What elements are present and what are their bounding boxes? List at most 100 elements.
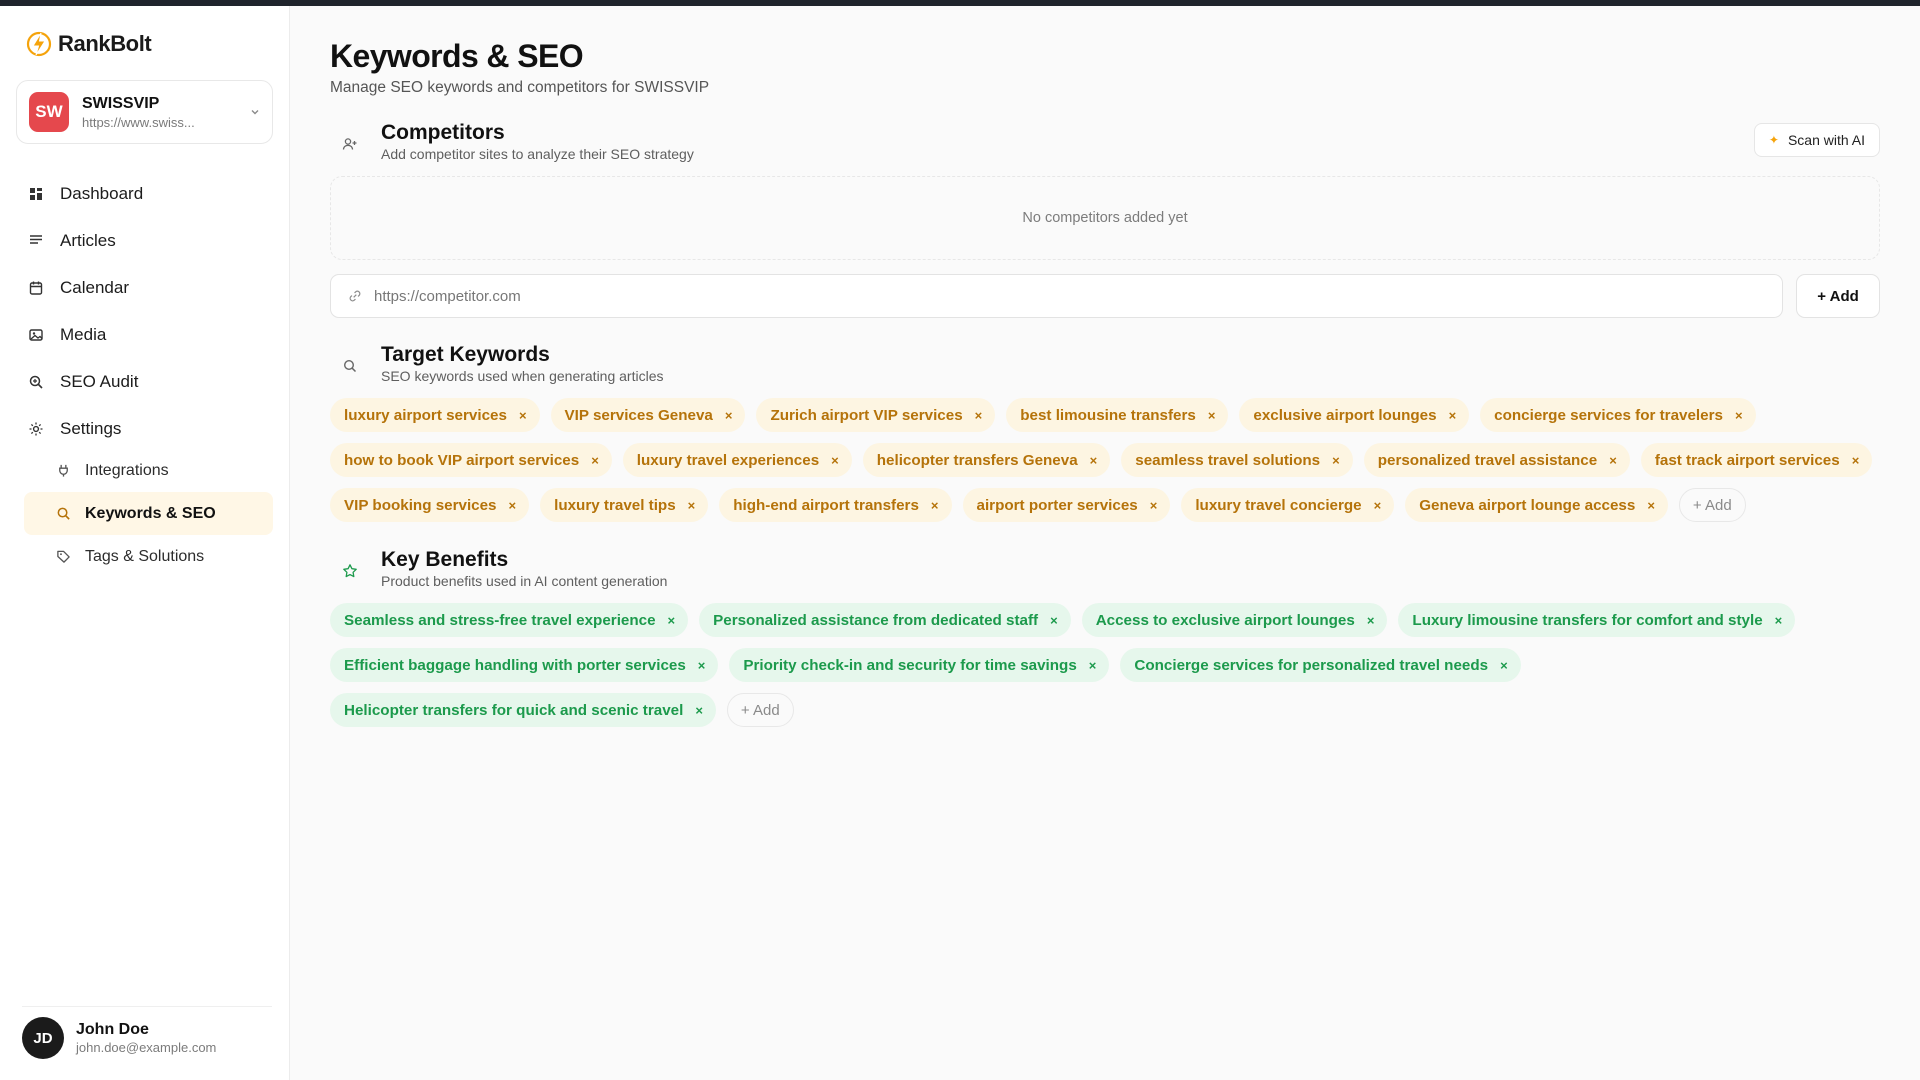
nav-label: SEO Audit bbox=[60, 371, 139, 391]
tag-label: helicopter transfers Geneva bbox=[876, 451, 1078, 469]
remove-tag-icon[interactable]: × bbox=[698, 659, 706, 672]
keyword-tag: personalized travel assistance × bbox=[1363, 443, 1630, 477]
keyword-tag: high-end airport transfers × bbox=[719, 488, 952, 522]
nav-label: Media bbox=[60, 324, 107, 344]
remove-tag-icon[interactable]: × bbox=[1775, 614, 1783, 627]
benefits-description: Product benefits used in AI content gene… bbox=[381, 573, 668, 590]
keyword-tag: exclusive airport lounges × bbox=[1239, 398, 1470, 432]
nav-label: Articles bbox=[60, 230, 116, 250]
competitors-description: Add competitor sites to analyze their SE… bbox=[381, 146, 694, 163]
add-competitor-button[interactable]: + Add bbox=[1796, 274, 1880, 318]
tag-label: luxury travel concierge bbox=[1195, 496, 1362, 514]
keyword-tag: Zurich airport VIP services × bbox=[756, 398, 996, 432]
remove-tag-icon[interactable]: × bbox=[668, 614, 676, 627]
remove-tag-icon[interactable]: × bbox=[591, 454, 599, 467]
keyword-tag: seamless travel solutions × bbox=[1121, 443, 1353, 477]
scan-with-ai-button[interactable]: ✦ Scan with AI bbox=[1753, 123, 1880, 157]
keyword-tag: luxury travel tips × bbox=[540, 488, 709, 522]
tag-label: luxury airport services bbox=[344, 406, 507, 424]
articles-icon bbox=[30, 234, 42, 244]
remove-tag-icon[interactable]: × bbox=[519, 409, 527, 422]
nav-item-articles[interactable]: Articles bbox=[24, 217, 274, 264]
sidebar-item-keywords-seo[interactable]: Keywords & SEO bbox=[24, 492, 273, 535]
site-switcher[interactable]: SW SWISSVIP https://www.swiss... bbox=[16, 80, 273, 144]
keyword-tag: luxury airport services × bbox=[330, 398, 540, 432]
benefit-tag: Personalized assistance from dedicated s… bbox=[699, 603, 1071, 637]
tag-label: Helicopter transfers for quick and sceni… bbox=[344, 701, 684, 719]
remove-tag-icon[interactable]: × bbox=[931, 499, 939, 512]
remove-tag-icon[interactable]: × bbox=[695, 704, 703, 717]
competitor-url-field[interactable] bbox=[330, 274, 1783, 318]
keyword-tag: fast track airport services × bbox=[1640, 443, 1873, 477]
seo-audit-icon bbox=[29, 375, 43, 389]
star-icon bbox=[330, 551, 370, 591]
nav-item-dashboard[interactable]: Dashboard bbox=[24, 170, 274, 217]
remove-tag-icon[interactable]: × bbox=[1449, 409, 1457, 422]
page-subtitle: Manage SEO keywords and competitors for … bbox=[330, 79, 710, 96]
remove-tag-icon[interactable]: × bbox=[975, 409, 983, 422]
benefit-tag: Luxury limousine transfers for comfort a… bbox=[1398, 603, 1796, 637]
user-email: john.doe@example.com bbox=[76, 1040, 217, 1055]
brand-logo[interactable]: RankBolt bbox=[26, 30, 152, 58]
remove-tag-icon[interactable]: × bbox=[1735, 409, 1743, 422]
remove-tag-icon[interactable]: × bbox=[1050, 614, 1058, 627]
remove-tag-icon[interactable]: × bbox=[1089, 659, 1097, 672]
remove-tag-icon[interactable]: × bbox=[1374, 499, 1382, 512]
keyword-tag: airport porter services × bbox=[962, 488, 1171, 522]
remove-tag-icon[interactable]: × bbox=[509, 499, 517, 512]
nav-item-settings[interactable]: Settings bbox=[24, 405, 274, 452]
remove-tag-icon[interactable]: × bbox=[1090, 454, 1098, 467]
sidebar: RankBolt SW SWISSVIP https://www.swiss..… bbox=[0, 6, 290, 1080]
keywords-title: Target Keywords bbox=[381, 343, 550, 366]
remove-tag-icon[interactable]: × bbox=[831, 454, 839, 467]
remove-tag-icon[interactable]: × bbox=[1150, 499, 1158, 512]
remove-tag-icon[interactable]: × bbox=[1208, 409, 1216, 422]
nav-item-calendar[interactable]: Calendar bbox=[24, 264, 274, 311]
link-icon bbox=[349, 290, 361, 302]
tag-label: VIP booking services bbox=[344, 496, 497, 514]
main-nav: Dashboard Articles Calendar Media SEO Au… bbox=[24, 170, 274, 452]
sidebar-item-tags-solutions[interactable]: Tags & Solutions bbox=[24, 535, 273, 578]
tag-label: luxury travel tips bbox=[554, 496, 676, 514]
keyword-tag: Geneva airport lounge access × bbox=[1405, 488, 1668, 522]
remove-tag-icon[interactable]: × bbox=[725, 409, 733, 422]
remove-tag-icon[interactable]: × bbox=[1332, 454, 1340, 467]
plug-icon bbox=[59, 464, 68, 477]
sidebar-item-label: Integrations bbox=[85, 461, 169, 479]
tag-label: best limousine transfers bbox=[1020, 406, 1196, 424]
benefits-title: Key Benefits bbox=[381, 548, 509, 571]
benefit-tag: Helicopter transfers for quick and sceni… bbox=[330, 693, 716, 727]
remove-tag-icon[interactable]: × bbox=[1852, 454, 1860, 467]
nav-item-seo-audit[interactable]: SEO Audit bbox=[24, 358, 274, 405]
tag-icon bbox=[57, 550, 70, 563]
keyword-tag: luxury travel concierge × bbox=[1181, 488, 1395, 522]
nav-label: Dashboard bbox=[60, 183, 144, 203]
user-profile[interactable]: JD John Doe john.doe@example.com bbox=[22, 1006, 272, 1059]
lightning-bolt-icon bbox=[26, 31, 52, 57]
competitor-url-input[interactable] bbox=[374, 287, 1754, 305]
site-avatar: SW bbox=[29, 92, 69, 132]
add-keyword-button[interactable]: + Add bbox=[1678, 488, 1746, 522]
keyword-tag: VIP services Geneva × bbox=[550, 398, 746, 432]
remove-tag-icon[interactable]: × bbox=[1647, 499, 1655, 512]
keywords-header: Target Keywords SEO keywords used when g… bbox=[330, 342, 663, 386]
sidebar-item-integrations[interactable]: Integrations bbox=[24, 449, 273, 492]
remove-tag-icon[interactable]: × bbox=[1500, 659, 1508, 672]
remove-tag-icon[interactable]: × bbox=[1367, 614, 1375, 627]
keyword-tag: how to book VIP airport services × bbox=[330, 443, 612, 477]
competitors-empty-state: No competitors added yet bbox=[330, 176, 1880, 260]
search-icon bbox=[57, 507, 70, 520]
benefit-tag: Seamless and stress-free travel experien… bbox=[330, 603, 689, 637]
nav-item-media[interactable]: Media bbox=[24, 311, 274, 358]
tag-label: Luxury limousine transfers for comfort a… bbox=[1412, 611, 1763, 629]
add-benefit-button[interactable]: + Add bbox=[726, 693, 794, 727]
avatar: JD bbox=[22, 1017, 64, 1059]
benefit-tag-list: Seamless and stress-free travel experien… bbox=[330, 603, 1880, 727]
remove-tag-icon[interactable]: × bbox=[688, 499, 696, 512]
benefit-tag: Efficient baggage handling with porter s… bbox=[330, 648, 719, 682]
tag-label: luxury travel experiences bbox=[636, 451, 820, 469]
remove-tag-icon[interactable]: × bbox=[1609, 454, 1617, 467]
competitors-title: Competitors bbox=[381, 121, 505, 144]
keyword-tag: concierge services for travelers × bbox=[1480, 398, 1756, 432]
keyword-tag: luxury travel experiences × bbox=[622, 443, 852, 477]
